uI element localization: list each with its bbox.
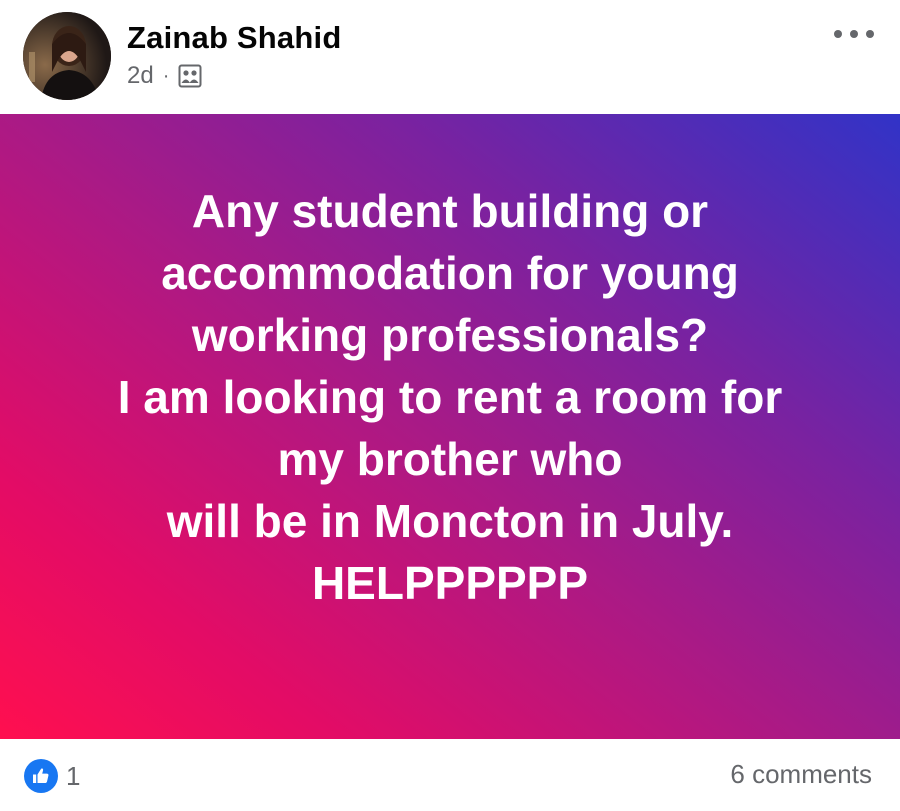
comments-count[interactable]: 6 comments	[730, 759, 872, 790]
post-meta: 2d ·	[127, 61, 202, 91]
reaction-count: 1	[66, 760, 81, 791]
more-dot-icon	[850, 30, 858, 38]
author-avatar[interactable]	[23, 12, 111, 100]
more-dot-icon	[834, 30, 842, 38]
group-audience-icon[interactable]	[178, 64, 202, 88]
post-background[interactable]: Any student building or accommodation fo…	[0, 114, 900, 739]
more-options-button[interactable]	[834, 22, 874, 46]
reactions-summary[interactable]: 1	[24, 759, 80, 793]
post-timestamp[interactable]: 2d	[127, 62, 154, 90]
meta-separator: ·	[162, 64, 170, 87]
post-card: Zainab Shahid 2d · Any student building …	[0, 0, 900, 811]
post-header: Zainab Shahid 2d ·	[0, 0, 900, 114]
like-icon	[24, 759, 58, 793]
post-footer: 1 6 comments	[0, 739, 900, 811]
post-text: Any student building or accommodation fo…	[117, 184, 783, 609]
author-name[interactable]: Zainab Shahid	[127, 20, 341, 56]
avatar-photo	[23, 12, 111, 100]
more-dot-icon	[866, 30, 874, 38]
